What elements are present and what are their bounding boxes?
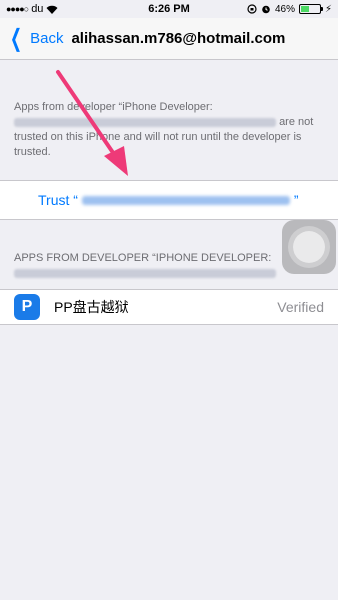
apps-section-header: APPS FROM DEVELOPER “IPHONE DEVELOPER:	[14, 251, 294, 281]
back-button[interactable]: ❮ Back	[0, 24, 64, 52]
battery-icon	[298, 4, 323, 14]
description-prefix: Apps from developer “iPhone Developer:	[14, 101, 213, 113]
status-time: 6:26 PM	[148, 3, 190, 15]
trust-developer-button[interactable]: Trust “ ”	[0, 180, 338, 220]
redacted-developer-name	[14, 117, 276, 127]
app-name: PP盘古越狱	[54, 299, 129, 315]
trust-description: Apps from developer “iPhone Developer: a…	[14, 100, 320, 160]
battery-level	[300, 6, 310, 12]
redacted-developer-email	[81, 195, 290, 205]
chevron-left-icon: ❮	[10, 24, 23, 52]
app-verified-status: Verified	[277, 299, 324, 315]
trust-label-suffix: ”	[293, 192, 299, 208]
assistive-touch-button[interactable]	[282, 220, 336, 274]
redacted-developer-id	[14, 268, 276, 278]
status-bar: ●●●●○ du 6:26 PM 46% ⚡	[0, 0, 338, 18]
navigation-bar: ❮ Back alihassan.m786@hotmail.com	[0, 18, 338, 60]
back-button-label: Back	[30, 30, 64, 47]
list-item[interactable]: P PP盘古越狱 Verified	[0, 289, 338, 325]
app-icon-letter: P	[21, 298, 33, 315]
page-title: alihassan.m786@hotmail.com	[71, 30, 286, 47]
assistive-touch-icon	[293, 231, 325, 263]
apps-section-title: APPS FROM DEVELOPER “IPHONE DEVELOPER:	[14, 252, 272, 264]
trust-label-prefix: Trust “	[38, 192, 78, 208]
app-icon: P	[14, 294, 40, 320]
